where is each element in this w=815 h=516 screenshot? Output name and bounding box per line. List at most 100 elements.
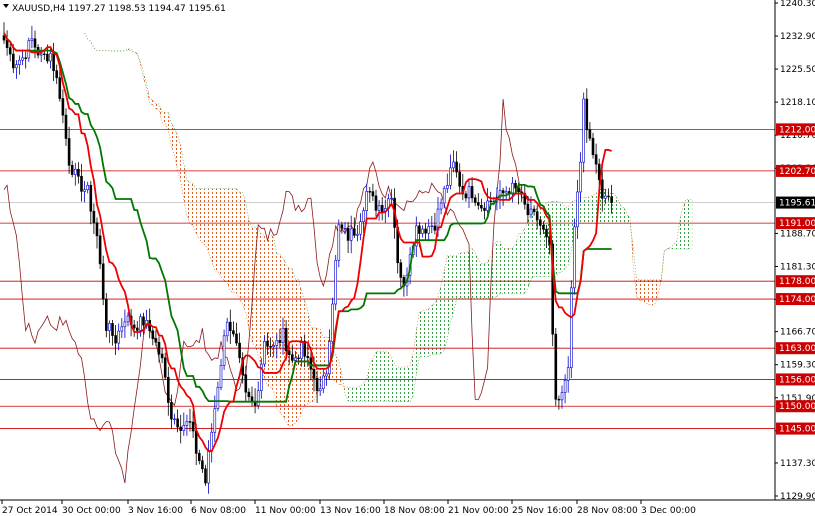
candle-body	[560, 392, 564, 401]
level-label: 1202.70	[779, 167, 815, 177]
cloud-segment	[583, 197, 587, 224]
candle-body	[445, 184, 449, 189]
cloud-segment	[236, 188, 240, 300]
price-tick-label: 1225.50	[780, 65, 815, 75]
time-tick-label: 6 Nov 08:00	[191, 506, 246, 516]
price-chart[interactable]: 1240.301232.901225.501218.101210.701203.…	[0, 0, 815, 516]
candle-body	[340, 224, 344, 229]
cloud-segment	[689, 199, 693, 249]
collapse-triangle-icon[interactable]	[3, 4, 9, 8]
cloud-segment	[521, 228, 525, 294]
candle-body	[123, 321, 127, 328]
cloud-segment	[366, 364, 370, 402]
candle-body	[380, 205, 384, 212]
current-price-label: 1195.61	[779, 199, 815, 209]
cloud-segment	[605, 189, 609, 224]
candle-body	[514, 182, 517, 189]
cloud-segment	[500, 241, 504, 294]
candle-body	[526, 203, 530, 216]
candle-body	[349, 228, 353, 241]
candle-body	[173, 418, 176, 420]
cloud-segment	[193, 183, 197, 234]
level-labels: 1212.00 1202.70 1191.00 1178.00 1174.00 1163.…	[776, 123, 815, 435]
candle-body	[198, 453, 201, 462]
cloud-segment	[682, 199, 686, 249]
candle-body	[607, 195, 610, 198]
candle-body	[136, 327, 139, 331]
candle-body	[557, 398, 561, 401]
cloud-segment	[425, 308, 429, 357]
cloud-segment	[205, 188, 209, 253]
candle-body	[579, 161, 582, 193]
cloud-segment	[376, 351, 380, 402]
candle-body	[30, 38, 34, 41]
time-tick-label: 3 Dec 00:00	[641, 506, 696, 516]
symbol-header: XAUUSD,H4 1197.27 1198.53 1194.47 1195.6…	[12, 4, 226, 14]
cloud-segment	[496, 241, 500, 297]
candle-body	[105, 298, 108, 331]
candle-body	[573, 226, 576, 289]
chart-title: XAUUSD,H4 1197.27 1198.53 1194.47 1195.6…	[3, 4, 226, 14]
time-tick-label: 11 Nov 00:00	[255, 506, 316, 516]
cloud-segment	[394, 364, 398, 402]
candle-body	[114, 335, 117, 344]
candle-body	[563, 380, 567, 393]
candle-body	[442, 188, 446, 204]
candle-body	[455, 161, 458, 173]
level-label: 1150.00	[779, 402, 815, 412]
cloud-segment	[642, 279, 646, 304]
candle-body	[33, 38, 37, 48]
candle-body	[225, 321, 229, 337]
price-axis	[0, 0, 815, 501]
candle-body	[284, 327, 288, 352]
cloud-segment	[351, 387, 355, 402]
cloud-segment	[239, 192, 243, 304]
candle-body	[111, 323, 114, 336]
price-tick-label: 1218.10	[780, 98, 815, 108]
candle-body	[95, 222, 99, 237]
candle-body	[554, 333, 558, 400]
ichimoku-cloud	[84, 32, 693, 427]
candle-body	[476, 202, 480, 206]
level-label: 1145.00	[779, 425, 815, 435]
cloud-segment	[648, 279, 652, 306]
cloud-segment	[199, 188, 203, 243]
cloud-segment	[478, 259, 482, 299]
cloud-segment	[416, 311, 420, 375]
cloud-segment	[465, 250, 469, 299]
time-tick-label: 18 Nov 08:00	[384, 506, 445, 516]
time-tick-label: 3 Nov 16:00	[128, 506, 183, 516]
cloud-segment	[230, 188, 234, 293]
cloud-segment	[155, 103, 159, 110]
cloud-segment	[419, 311, 423, 357]
candle-body	[576, 191, 579, 228]
candle-body	[213, 408, 217, 433]
cloud-segment	[503, 248, 507, 294]
cloud-segment	[357, 386, 361, 402]
cloud-segment	[407, 365, 411, 402]
candle-body	[303, 340, 307, 357]
cloud-segment	[580, 197, 584, 224]
cloud-segment	[670, 244, 674, 249]
candle-body	[204, 468, 207, 484]
cloud-segment	[540, 208, 544, 277]
candle-body	[86, 185, 89, 191]
cloud-segment	[400, 367, 404, 402]
time-tick-label: 25 Nov 16:00	[512, 506, 573, 516]
cloud-segment	[450, 255, 454, 324]
candle-body	[77, 168, 80, 177]
cloud-segment	[208, 188, 212, 262]
cloud-segment	[484, 262, 488, 299]
level-label: 1156.00	[779, 375, 815, 385]
candle-body	[430, 225, 434, 227]
candle-body	[449, 167, 452, 186]
candle-body	[300, 340, 303, 359]
cloud-segment	[651, 279, 655, 306]
cloud-segment	[531, 209, 535, 279]
level-label: 1163.00	[779, 344, 815, 354]
candle-body	[399, 262, 403, 278]
candle-body	[542, 225, 545, 230]
price-tick-label: 1240.30	[780, 0, 815, 9]
cloud-segment	[273, 237, 277, 409]
time-tick-labels: 27 Oct 2014 30 Oct 00:00 3 Nov 16:00 6 Nov …	[1, 500, 696, 516]
